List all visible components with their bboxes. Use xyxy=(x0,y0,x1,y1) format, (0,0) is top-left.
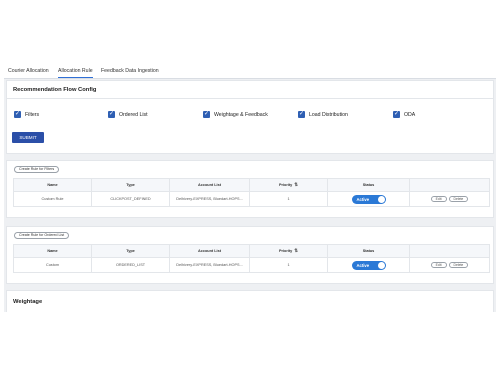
checkbox-ordered-list[interactable]: ✓ Ordered List xyxy=(108,111,148,118)
col-status: Status xyxy=(327,178,410,192)
table-row: Custom ORDERED_LIST Delhivery-EXPRESS, B… xyxy=(13,257,490,273)
ordered-rules-card: Create Rule for Ordered List Name Type A… xyxy=(6,226,494,284)
status-label: Active xyxy=(356,262,370,268)
status-toggle[interactable]: Active xyxy=(351,260,386,270)
rule-account-list: Delhivery-EXPRESS, Bluedart-HOPS... xyxy=(169,257,250,273)
check-icon: ✓ xyxy=(393,111,400,118)
delete-button[interactable]: Delete xyxy=(448,196,469,202)
tab-courier-allocation[interactable]: Courier Allocation xyxy=(8,68,49,74)
weightage-title: Weightage xyxy=(13,299,43,305)
checkbox-filters[interactable]: ✓ Filters xyxy=(14,111,39,118)
col-priority[interactable]: Priority ⇅ xyxy=(249,244,328,258)
toggle-knob xyxy=(377,261,385,269)
table-header: Name Type Account List Priority ⇅ Status xyxy=(13,178,490,192)
col-type: Type xyxy=(91,244,170,258)
checkbox-label: Ordered List xyxy=(119,111,148,118)
rule-name: Custom Rule xyxy=(13,191,92,207)
rule-priority: 1 xyxy=(249,257,328,273)
rule-priority: 1 xyxy=(249,191,328,207)
check-icon: ✓ xyxy=(203,111,210,118)
allocation-app: Courier Allocation Allocation Rule Feedb… xyxy=(4,64,496,312)
create-rule-ordered-list-button[interactable]: Create Rule for Ordered List xyxy=(14,232,70,239)
checkbox-oda[interactable]: ✓ ODA xyxy=(393,111,415,118)
rule-account-list: Delhivery-EXPRESS, Bluedart-HOPS... xyxy=(169,191,250,207)
col-status: Status xyxy=(327,244,410,258)
check-icon: ✓ xyxy=(108,111,115,118)
status-toggle[interactable]: Active xyxy=(351,194,386,204)
rule-type: ORDERED_LIST xyxy=(91,257,170,273)
rule-actions: Edit Delete xyxy=(409,257,490,273)
col-account-list: Account List xyxy=(169,244,250,258)
col-priority-label: Priority xyxy=(278,249,293,253)
rule-actions: Edit Delete xyxy=(409,191,490,207)
checkbox-weightage-feedback[interactable]: ✓ Weightage & Feedback xyxy=(203,111,268,118)
col-account-list: Account List xyxy=(169,178,250,192)
rule-type: CLICKPOST_DEFINED xyxy=(91,191,170,207)
checkbox-label: Load Distribution xyxy=(309,111,348,118)
table-row: Custom Rule CLICKPOST_DEFINED Delhivery-… xyxy=(13,191,490,207)
rule-status-cell: Active xyxy=(327,257,410,273)
status-label: Active xyxy=(356,196,370,202)
delete-button[interactable]: Delete xyxy=(448,262,469,268)
config-divider xyxy=(7,98,493,99)
filter-rules-table: Name Type Account List Priority ⇅ Status … xyxy=(13,178,490,207)
weightage-card: Weightage xyxy=(6,290,494,312)
checkbox-load-distribution[interactable]: ✓ Load Distribution xyxy=(298,111,348,118)
col-type: Type xyxy=(91,178,170,192)
rule-status-cell: Active xyxy=(327,191,410,207)
check-icon: ✓ xyxy=(14,111,21,118)
tab-allocation-rule[interactable]: Allocation Rule xyxy=(58,68,93,78)
tab-bar: Courier Allocation Allocation Rule Feedb… xyxy=(4,64,496,79)
submit-button[interactable]: SUBMIT xyxy=(12,132,44,143)
ordered-rules-table: Name Type Account List Priority ⇅ Status … xyxy=(13,244,490,273)
checkbox-label: Filters xyxy=(25,111,40,118)
toggle-knob xyxy=(377,195,385,203)
config-title: Recommendation Flow Config xyxy=(13,87,97,93)
col-priority-label: Priority xyxy=(278,183,293,187)
edit-button[interactable]: Edit xyxy=(430,262,447,268)
col-name: Name xyxy=(13,244,92,258)
col-actions xyxy=(409,244,490,258)
rule-name: Custom xyxy=(13,257,92,273)
check-icon: ✓ xyxy=(298,111,305,118)
col-actions xyxy=(409,178,490,192)
filter-rules-card: Create Rule for Filters Name Type Accoun… xyxy=(6,160,494,218)
sort-icon[interactable]: ⇅ xyxy=(294,248,298,253)
create-rule-filters-button[interactable]: Create Rule for Filters xyxy=(14,166,60,173)
col-priority[interactable]: Priority ⇅ xyxy=(249,178,328,192)
col-name: Name xyxy=(13,178,92,192)
checkbox-label: Weightage & Feedback xyxy=(214,111,268,118)
edit-button[interactable]: Edit xyxy=(430,196,447,202)
checkbox-label: ODA xyxy=(404,111,416,118)
table-header: Name Type Account List Priority ⇅ Status xyxy=(13,244,490,258)
sort-icon[interactable]: ⇅ xyxy=(294,182,298,187)
tab-feedback-data-ingestion[interactable]: Feedback Data Ingestion xyxy=(101,68,159,74)
